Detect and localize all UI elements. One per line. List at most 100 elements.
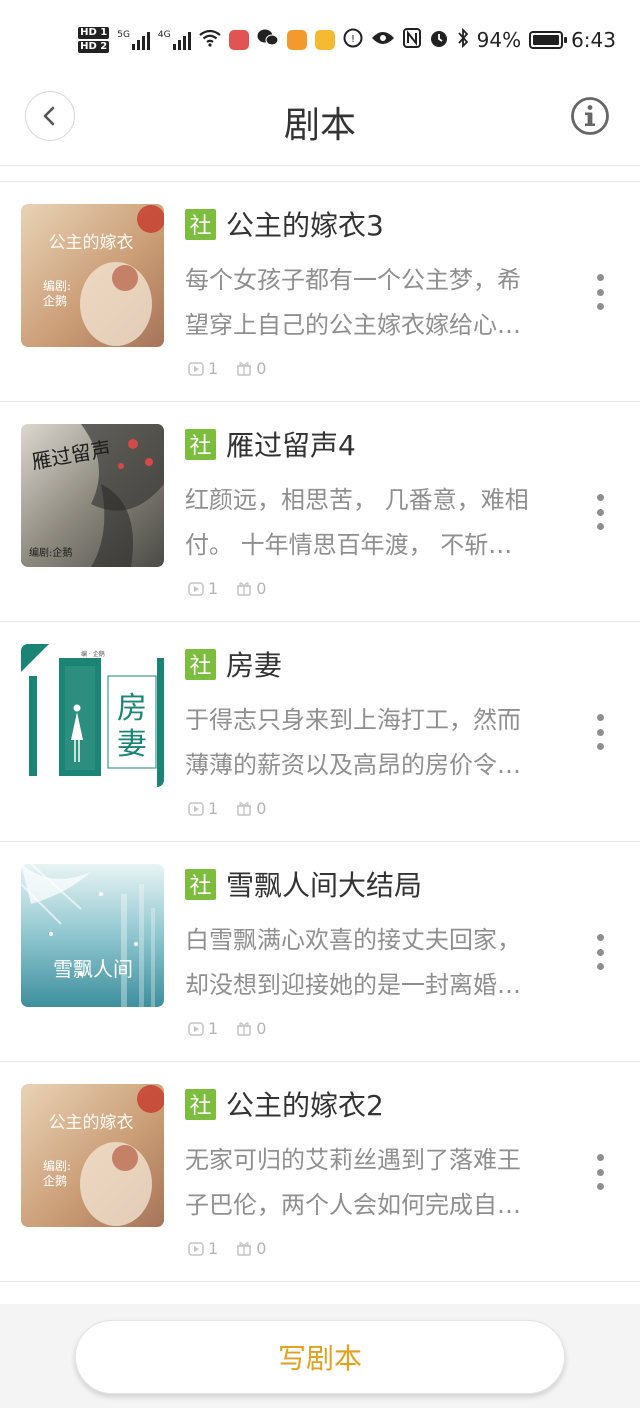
list-item[interactable]: 雪飘人间 社 雪飘人间大结局 白雪飘满心欢喜的接丈夫回家， 却没想到迎接她的是一… [0, 842, 640, 1062]
gift-count: 0 [236, 1019, 266, 1038]
gift-count: 0 [236, 359, 266, 378]
svg-text:房: 房 [117, 691, 147, 726]
wechat-icon [257, 28, 279, 52]
gift-count: 0 [236, 1239, 266, 1258]
script-list: 公主的嫁衣 编剧: 企鹅 社 公主的嫁衣3 每个女孩子都有一个公主梦，希 望穿上… [0, 181, 640, 1282]
more-options-button[interactable] [594, 1154, 606, 1190]
bottom-bar: 写剧本 [0, 1304, 640, 1408]
alarm-icon [429, 28, 449, 52]
play-icon [188, 801, 204, 816]
more-vertical-icon [596, 494, 604, 501]
clock: 6:43 [571, 28, 616, 52]
more-options-button[interactable] [594, 494, 606, 530]
svg-text:编 · 企鹅: 编 · 企鹅 [81, 650, 105, 658]
header: 剧本 [0, 80, 640, 166]
signal-5g-icon: 5G [117, 30, 150, 50]
more-options-button[interactable] [594, 714, 606, 750]
stats: 1 0 [188, 1239, 266, 1258]
gift-count: 0 [236, 579, 266, 598]
play-icon [188, 1241, 204, 1256]
notes-app-icon [314, 30, 335, 50]
title-row: 社 房妻 [185, 648, 282, 682]
play-icon [188, 361, 204, 376]
script-description: 于得志只身来到上海打工，然而 薄薄的薪资以及高昂的房价令… [185, 706, 521, 779]
info-circle-icon [571, 97, 609, 135]
more-vertical-icon [596, 714, 604, 721]
svg-text:编剧:: 编剧: [43, 278, 71, 293]
info-button[interactable] [570, 96, 610, 136]
list-item[interactable]: 公主的嫁衣 编剧: 企鹅 社 公主的嫁衣2 无家可归的艾莉丝遇到了落难王 子巴伦… [0, 1062, 640, 1282]
title-row: 社 公主的嫁衣3 [185, 208, 384, 242]
list-item[interactable]: 公主的嫁衣 编剧: 企鹅 社 公主的嫁衣3 每个女孩子都有一个公主梦，希 望穿上… [0, 182, 640, 402]
cover-image[interactable]: 公主的嫁衣 编剧: 企鹅 [21, 1084, 164, 1227]
script-title[interactable]: 雪飘人间大结局 [226, 864, 422, 904]
gift-icon [237, 362, 252, 376]
more-options-button[interactable] [594, 934, 606, 970]
svg-text:企鹅: 企鹅 [43, 293, 67, 308]
cover-image[interactable]: 公主的嫁衣 编剧: 企鹅 [21, 204, 164, 347]
hd-indicator: HD 1 HD 2 [78, 27, 110, 53]
script-description: 白雪飘满心欢喜的接丈夫回家， 却没想到迎接她的是一封离婚… [185, 926, 521, 999]
gift-icon [237, 582, 252, 596]
more-vertical-icon [596, 934, 604, 941]
svg-text:编剧:: 编剧: [43, 1158, 71, 1173]
list-item[interactable]: 雁过留声 编剧:企鹅 社 雁过留声4 红颜远，相思苦， 几番意，难相 付。 十年… [0, 402, 640, 622]
play-count: 1 [188, 799, 218, 818]
stats: 1 0 [188, 359, 266, 378]
play-count: 1 [188, 1239, 218, 1258]
script-description: 无家可归的艾莉丝遇到了落难王 子巴伦，两个人会如何完成自… [185, 1146, 521, 1219]
bluetooth-icon [457, 27, 469, 52]
battery-percent: 94% [476, 28, 522, 52]
gift-icon [237, 1242, 252, 1256]
script-description: 红颜远，相思苦， 几番意，难相 付。 十年情思百年渡， 不斩… [185, 486, 529, 559]
title-row: 社 雪飘人间大结局 [185, 868, 422, 902]
cover-image[interactable]: 雪飘人间 [21, 864, 164, 1007]
app-notification-icon [228, 30, 249, 50]
stats: 1 0 [188, 579, 266, 598]
svg-text:编剧:企鹅: 编剧:企鹅 [29, 546, 72, 559]
video-app-icon [286, 30, 307, 50]
play-icon [188, 581, 204, 596]
page-title: 剧本 [283, 105, 356, 146]
stats: 1 0 [188, 799, 266, 818]
script-title[interactable]: 公主的嫁衣3 [226, 204, 384, 244]
community-badge: 社 [185, 208, 216, 240]
svg-text:妻: 妻 [117, 727, 147, 762]
svg-text:!: ! [351, 34, 355, 45]
list-item[interactable]: 房 妻 编 · 企鹅 社 房妻 于得志只身来到上海打工，然而 薄薄的薪资以及高昂… [0, 622, 640, 842]
script-title[interactable]: 房妻 [226, 644, 282, 684]
data-saver-icon: ! [343, 28, 363, 52]
cover-image[interactable]: 房 妻 编 · 企鹅 [21, 644, 164, 787]
script-description: 每个女孩子都有一个公主梦，希 望穿上自己的公主嫁衣嫁给心… [185, 266, 521, 339]
gift-icon [237, 802, 252, 816]
cover-image[interactable]: 雁过留声 编剧:企鹅 [21, 424, 164, 567]
script-title[interactable]: 公主的嫁衣2 [226, 1084, 384, 1124]
svg-text:公主的嫁衣: 公主的嫁衣 [49, 1113, 134, 1133]
more-vertical-icon [596, 1154, 604, 1161]
gift-count: 0 [236, 799, 266, 818]
svg-text:公主的嫁衣: 公主的嫁衣 [49, 233, 134, 253]
signal-4g-icon: 4G [158, 30, 191, 50]
status-bar: HD 1 HD 2 5G 4G ! 94% 6:43 [0, 0, 640, 80]
more-options-button[interactable] [594, 274, 606, 310]
svg-text:企鹅: 企鹅 [43, 1173, 67, 1188]
community-badge: 社 [185, 428, 216, 460]
community-badge: 社 [185, 648, 216, 680]
title-row: 社 雁过留声4 [185, 428, 356, 462]
play-count: 1 [188, 359, 218, 378]
title-row: 社 公主的嫁衣2 [185, 1088, 384, 1122]
more-vertical-icon [596, 274, 604, 281]
nfc-icon [402, 28, 421, 52]
wifi-icon [198, 29, 221, 51]
play-icon [188, 1021, 204, 1036]
svg-text:雪飘人间: 雪飘人间 [53, 957, 133, 981]
battery-icon [529, 31, 568, 49]
eye-icon [371, 30, 395, 50]
stats: 1 0 [188, 1019, 266, 1038]
play-count: 1 [188, 1019, 218, 1038]
write-script-button[interactable]: 写剧本 [75, 1320, 565, 1394]
script-title[interactable]: 雁过留声4 [226, 424, 356, 464]
play-count: 1 [188, 579, 218, 598]
gift-icon [237, 1022, 252, 1036]
community-badge: 社 [185, 1088, 216, 1120]
